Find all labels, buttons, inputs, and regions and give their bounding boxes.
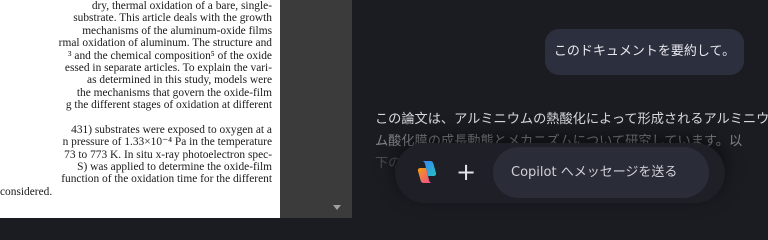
- document-text: dry, thermal oxidation of a bare, single…: [0, 0, 272, 198]
- document-line: S) was applied to determine the oxide-fi…: [77, 161, 272, 174]
- document-line: considered.: [0, 185, 53, 198]
- add-attachment-button[interactable]: +: [455, 160, 477, 184]
- reply-line: この論文は、アルミニウムの熱酸化によって形成されるアルミニウ: [375, 112, 768, 127]
- document-line: ³ and the chemical composition⁵ of the o…: [68, 49, 272, 62]
- document-line: as determined in this study, models were: [87, 74, 272, 87]
- pdf-document-pane: dry, thermal oxidation of a bare, single…: [0, 0, 280, 218]
- message-input[interactable]: [493, 147, 709, 198]
- document-line: [0, 112, 272, 124]
- document-line: the mechanisms that govern the oxide-fil…: [76, 86, 272, 99]
- document-scrollbar[interactable]: [330, 0, 346, 218]
- document-line: n pressure of 1.33×10⁻⁴ Pa in the temper…: [62, 136, 272, 149]
- document-line: 431) substrates were exposed to oxygen a…: [71, 123, 272, 136]
- document-line: essed in separate articles. To explain t…: [64, 61, 272, 74]
- document-line: 73 to 773 K. In situ x-ray photoelectron…: [64, 148, 272, 161]
- user-message-bubble: このドキュメントを要約して。: [545, 29, 744, 75]
- document-line: substrate. This article deals with the g…: [73, 12, 272, 25]
- document-line: dry, thermal oxidation of a bare, single…: [91, 0, 272, 12]
- document-line: function of the oxidation time for the d…: [61, 173, 272, 186]
- document-line: rmal oxidation of aluminum. The structur…: [58, 37, 272, 50]
- document-line: mechanisms of the aluminum-oxide films: [82, 24, 272, 37]
- document-line: g the different stages of oxidation at d…: [65, 99, 272, 112]
- copilot-logo-icon[interactable]: [414, 159, 440, 185]
- scroll-down-arrow-icon[interactable]: [333, 205, 341, 210]
